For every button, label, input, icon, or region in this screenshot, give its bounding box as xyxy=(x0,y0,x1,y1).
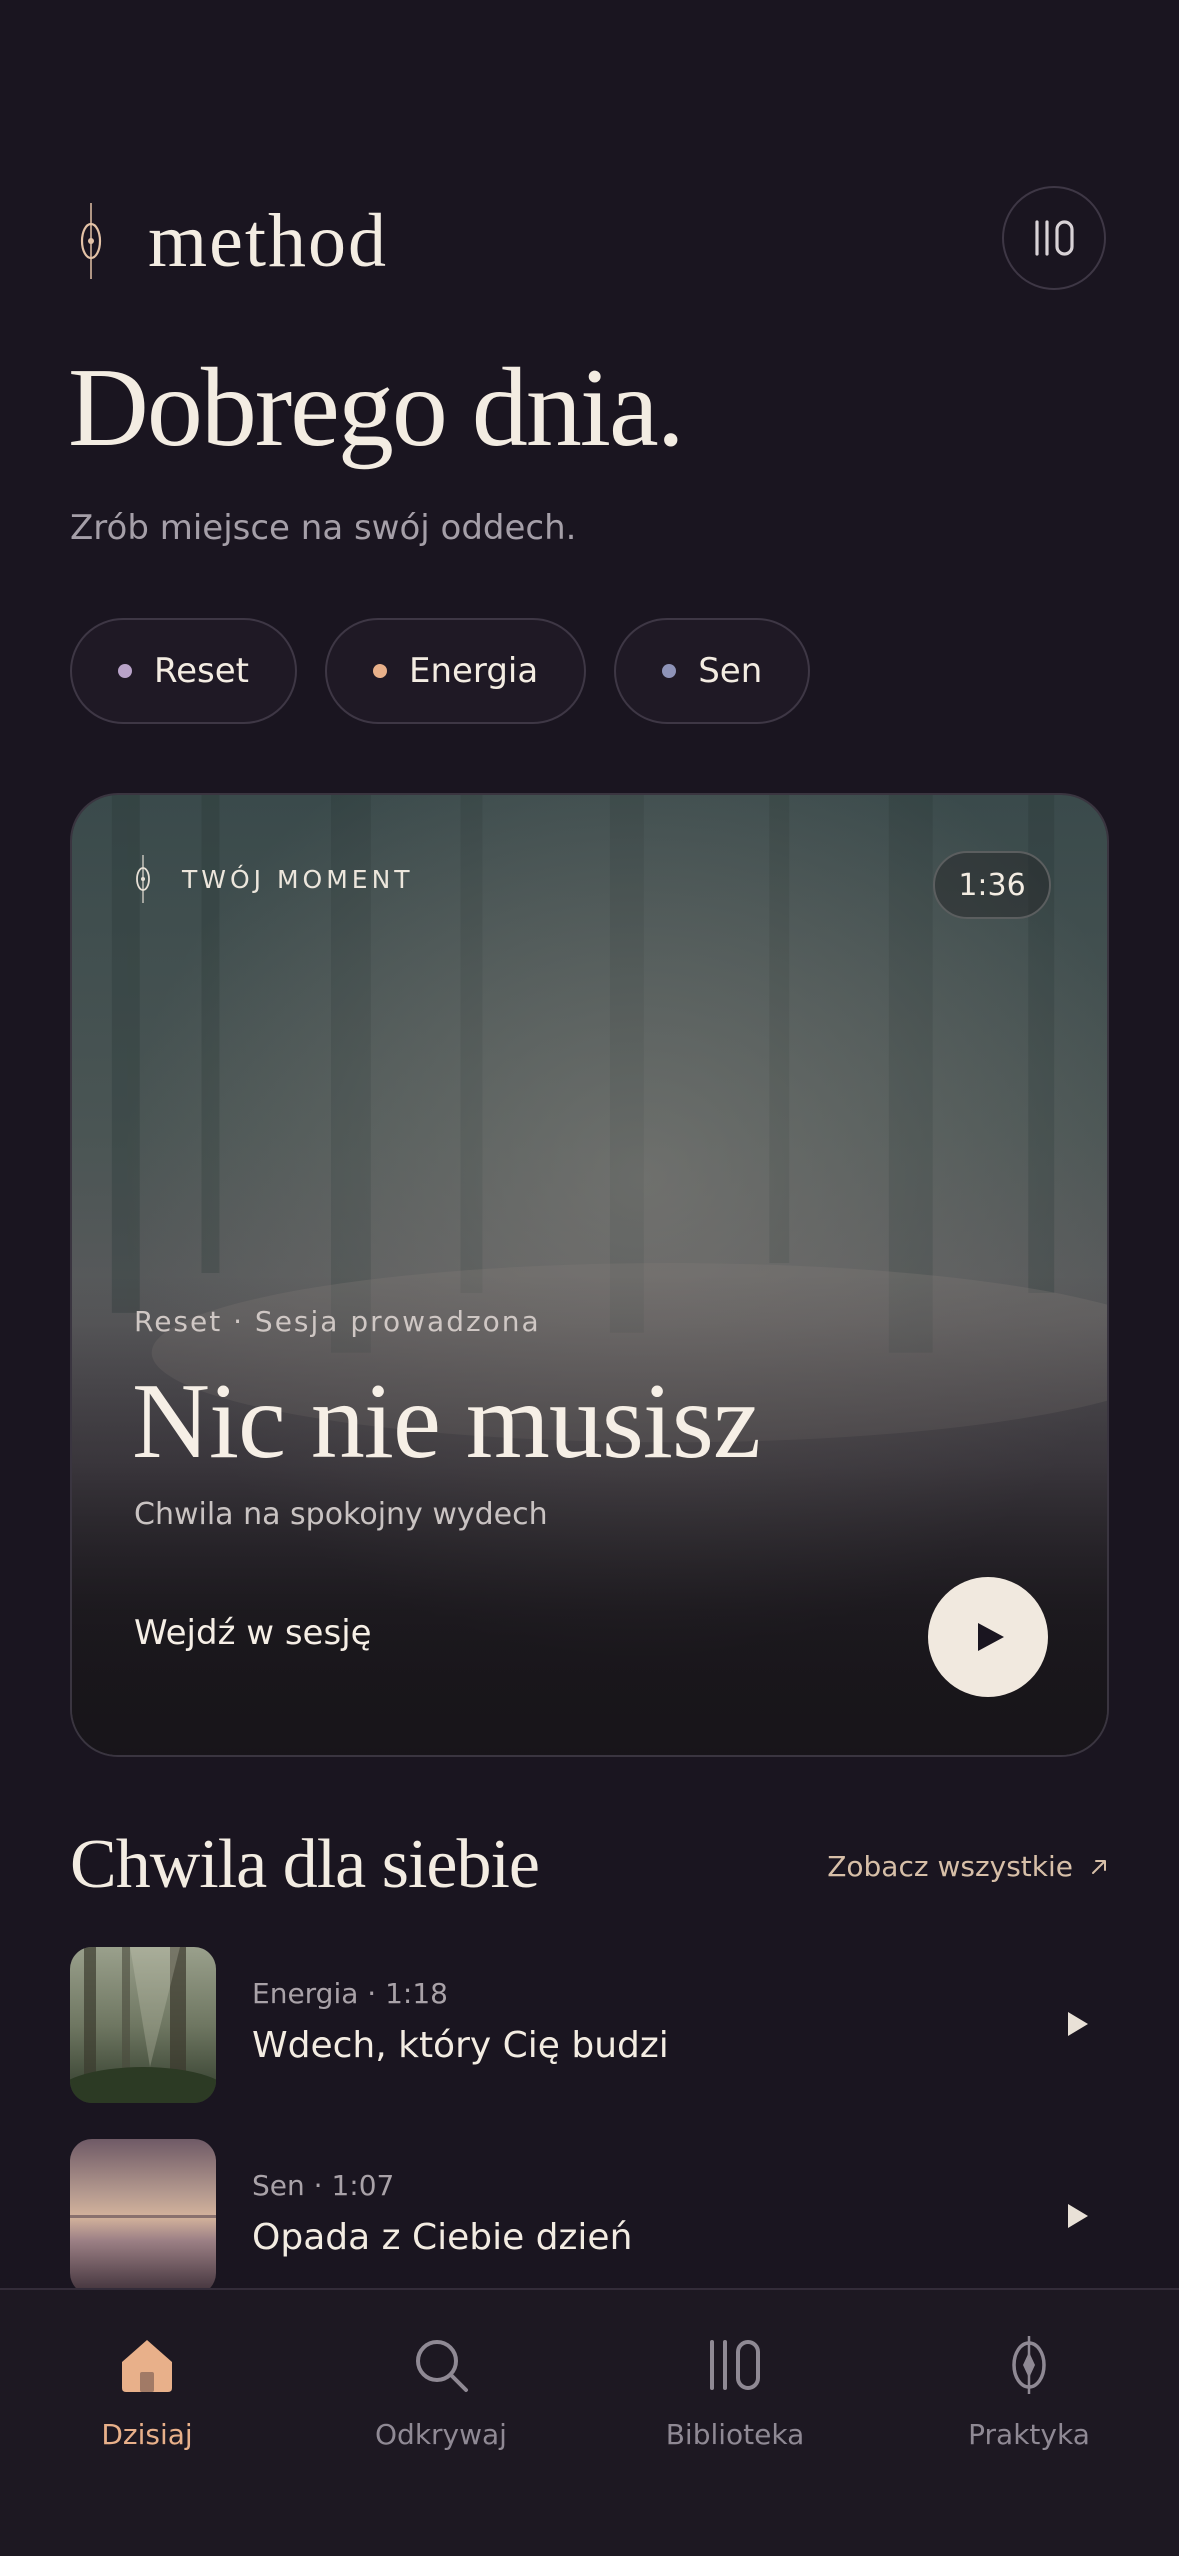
section-title: Chwila dla siebie xyxy=(70,1826,540,1903)
seed-icon xyxy=(80,203,102,279)
mood-pill-reset[interactable]: Reset xyxy=(70,618,297,724)
library-icon xyxy=(1035,220,1074,256)
arrow-up-right-icon xyxy=(1092,1859,1106,1874)
play-button[interactable] xyxy=(1047,2185,1109,2247)
bottom-nav: Dzisiaj Odkrywaj Biblioteka Praktyka xyxy=(0,2288,1179,2556)
session-meta: Energia · 1:18 xyxy=(252,1977,448,2010)
library-button[interactable] xyxy=(1002,186,1106,290)
session-title: Opada z Ciebie dzień xyxy=(252,2217,633,2258)
mood-filters: Reset Energia Sen xyxy=(70,618,811,724)
hero-badge-label: TWÓJ MOMENT xyxy=(182,864,414,894)
session-title: Wdech, który Cię budzi xyxy=(252,2025,669,2066)
nav-tab-praktyka[interactable]: Praktyka xyxy=(882,2334,1176,2451)
greeting-title: Dobrego dnia. xyxy=(68,346,685,470)
search-icon xyxy=(416,2340,468,2392)
nav-tab-odkrywaj[interactable]: Odkrywaj xyxy=(294,2334,588,2451)
mood-pill-label: Energia xyxy=(408,651,539,691)
mood-pill-energia[interactable]: Energia xyxy=(324,618,587,724)
app-screen: method Dobrego dnia. Zrób miejsce na swó… xyxy=(0,0,1179,2556)
see-all-link[interactable]: Zobacz wszystkie xyxy=(827,1850,1109,1883)
mood-dot xyxy=(662,664,677,678)
nav-tab-dzisiaj[interactable]: Dzisiaj xyxy=(0,2334,294,2451)
session-meta: Sen · 1:07 xyxy=(252,2169,395,2202)
mood-pill-sen[interactable]: Sen xyxy=(614,618,811,724)
play-icon xyxy=(978,1623,1004,1651)
hero-title: Nic nie musisz xyxy=(132,1362,761,1481)
forest-image xyxy=(70,1947,216,2103)
session-thumbnail xyxy=(70,2139,216,2295)
compass-icon xyxy=(1012,2336,1046,2394)
mood-pill-label: Reset xyxy=(154,651,249,691)
featured-session-card[interactable]: TWÓJ MOMENT 1:36 Reset · Sesja prowadzon… xyxy=(70,793,1109,1757)
hero-badge: TWÓJ MOMENT xyxy=(132,855,414,903)
dusk-lake-image xyxy=(70,2139,216,2295)
nav-tab-biblioteka[interactable]: Biblioteka xyxy=(588,2334,882,2451)
mood-dot xyxy=(372,664,387,678)
enter-session-link[interactable]: Wejdź w sesję xyxy=(134,1613,372,1653)
play-icon xyxy=(1068,2204,1088,2228)
play-icon xyxy=(1068,2012,1088,2036)
play-button[interactable] xyxy=(1047,1993,1109,2055)
brand-name: method xyxy=(148,199,388,283)
duration-badge: 1:36 xyxy=(933,851,1051,919)
play-button[interactable] xyxy=(928,1577,1048,1697)
home-icon xyxy=(122,2340,172,2392)
session-list-item[interactable]: Energia · 1:18 Wdech, który Cię budzi xyxy=(70,1947,1109,2103)
see-all-label: Zobacz wszystkie xyxy=(827,1850,1073,1883)
nav-label: Dzisiaj xyxy=(101,2418,193,2451)
nav-label: Biblioteka xyxy=(665,2418,805,2451)
nav-label: Praktyka xyxy=(968,2418,1090,2451)
nav-label: Odkrywaj xyxy=(375,2418,507,2451)
seed-icon xyxy=(136,855,150,903)
mood-dot xyxy=(118,664,132,678)
library-icon xyxy=(710,2340,760,2390)
hero-meta: Reset · Sesja prowadzona xyxy=(134,1305,541,1338)
hero-description: Chwila na spokojny wydech xyxy=(134,1497,548,1532)
session-list-item[interactable]: Sen · 1:07 Opada z Ciebie dzień xyxy=(70,2139,1109,2295)
brand: method xyxy=(70,196,388,286)
session-thumbnail xyxy=(70,1947,216,2103)
greeting-subtitle: Zrób miejsce na swój oddech. xyxy=(70,508,577,548)
mood-pill-label: Sen xyxy=(698,651,763,691)
